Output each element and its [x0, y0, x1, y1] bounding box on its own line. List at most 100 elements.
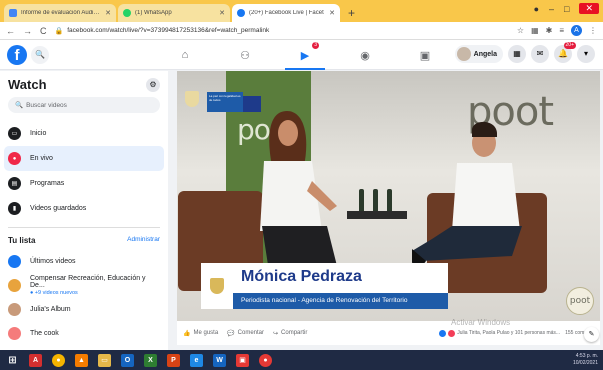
- list-item-julias-album[interactable]: Julia's Album: [8, 297, 160, 321]
- system-clock[interactable]: 4:53 p. m. 10/02/2021: [573, 353, 598, 367]
- account-menu-icon[interactable]: ▾: [577, 45, 595, 63]
- profile-avatar-icon[interactable]: A: [571, 25, 582, 36]
- word-icon[interactable]: W: [213, 353, 226, 367]
- share-label: Compartir: [281, 330, 308, 336]
- chrome-icon[interactable]: ●: [52, 353, 65, 367]
- like-button[interactable]: 👍 Me gusta: [183, 330, 218, 337]
- groups-icon[interactable]: ◉: [355, 45, 375, 65]
- facebook-logo-icon[interactable]: f: [7, 45, 27, 65]
- windows-start-icon[interactable]: ⊞: [6, 354, 19, 367]
- chrome-active-icon[interactable]: ●: [259, 353, 272, 367]
- list-item-compensar[interactable]: Compensar Recreación, Educación y De... …: [8, 273, 160, 297]
- avatar: [8, 326, 21, 340]
- share-icon: ↪: [273, 330, 279, 337]
- like-label: Me gusta: [193, 330, 219, 336]
- extensions: ☆ ▦ ✱ ≡ A ⋮: [517, 25, 597, 36]
- outlook-icon[interactable]: O: [121, 353, 134, 367]
- comment-button[interactable]: 💬 Comentar: [227, 330, 264, 337]
- window-close-icon[interactable]: ✕: [579, 3, 599, 14]
- app-icon[interactable]: ▣: [236, 353, 249, 367]
- corner-brand-logo: poot: [566, 287, 594, 315]
- acrobat-icon[interactable]: A: [29, 353, 42, 367]
- reactions-summary[interactable]: Julia Tirita, Paola Pulao y 101 personas…: [439, 329, 594, 337]
- reading-list-icon[interactable]: ≡: [559, 26, 564, 35]
- edit-icon[interactable]: ✎: [584, 327, 599, 342]
- comment-icon: 💬: [227, 330, 235, 337]
- header-right: Angela ▦ ✉ 🔔 20+ ▾: [454, 42, 595, 63]
- minimize-icon[interactable]: –: [549, 4, 554, 14]
- speaker-name: Mónica Pedraza: [233, 263, 448, 293]
- browser-tab-bar: Informe de evaluación Audienci ✕ (1) Wha…: [0, 0, 603, 22]
- sidebar-item-programas[interactable]: ▤ Programas: [4, 171, 164, 196]
- excel-icon[interactable]: X: [144, 353, 157, 367]
- new-tab-button[interactable]: +: [342, 4, 361, 22]
- comment-label: Comentar: [237, 330, 264, 336]
- watch-sidebar: Watch ⚙ 🔍 Buscar videos ▭ Inicio ● En vi…: [0, 71, 168, 350]
- sidebar-item-videos-guardados[interactable]: ▮ Videos guardados: [4, 196, 164, 221]
- list-item-ultimos[interactable]: Últimos videos: [8, 249, 160, 273]
- clock-date: 10/02/2021: [572, 360, 598, 366]
- sidebar-item-inicio[interactable]: ▭ Inicio: [4, 121, 164, 146]
- notifications-badge: 20+: [563, 42, 576, 49]
- manage-link[interactable]: Administrar: [127, 236, 160, 245]
- browser-tab-informe[interactable]: Informe de evaluación Audienci ✕: [4, 4, 116, 22]
- sidebar-title: Watch: [8, 77, 47, 92]
- puzzle-icon[interactable]: ✱: [546, 26, 553, 35]
- search-icon: 🔍: [15, 102, 24, 109]
- share-button[interactable]: ↪ Compartir: [273, 330, 307, 337]
- sidebar-item-label: Inicio: [30, 130, 47, 137]
- back-icon[interactable]: ←: [6, 26, 15, 36]
- star-icon[interactable]: ☆: [517, 26, 524, 35]
- sidebar-item-en-vivo[interactable]: ● En vivo: [4, 146, 164, 171]
- maximize-icon[interactable]: □: [564, 4, 569, 14]
- reload-icon[interactable]: C: [40, 26, 47, 36]
- folder-icon[interactable]: ▭: [98, 353, 111, 367]
- messenger-icon[interactable]: ✉: [531, 45, 549, 63]
- browser-tab-whatsapp[interactable]: (1) WhatsApp ✕: [118, 4, 230, 22]
- search-icon[interactable]: 🔍: [31, 46, 49, 64]
- play-icon: [8, 254, 21, 268]
- browser-tab-facebook[interactable]: (20+) Facebook Live | Facet ✕: [232, 4, 340, 22]
- profile-button[interactable]: Angela: [454, 45, 503, 63]
- list-section-header: Tu lista Administrar: [8, 236, 160, 245]
- list-title: Tu lista: [8, 236, 36, 245]
- edge-icon[interactable]: e: [190, 353, 203, 367]
- url-text: facebook.com/watch/live/?v=3739948172531…: [67, 27, 270, 34]
- reactions-text: Julia Tirita, Paola Pulao y 101 personas…: [457, 330, 561, 336]
- clock-time: 4:53 p. m.: [575, 353, 598, 359]
- colombia-shield-logo: [201, 263, 233, 309]
- vlc-icon[interactable]: ▲: [75, 353, 88, 367]
- live-icon: ●: [8, 152, 21, 165]
- menu-icon[interactable]: ⋮: [589, 26, 597, 35]
- facebook-icon: [237, 9, 245, 17]
- close-icon[interactable]: ✕: [105, 9, 111, 17]
- list-item-the-cook[interactable]: The cook: [8, 321, 160, 345]
- menu-grid-icon[interactable]: ▦: [508, 45, 526, 63]
- forward-icon[interactable]: →: [23, 26, 32, 36]
- bottle: [359, 189, 364, 211]
- lower-third: Mónica Pedraza Periodista nacional - Age…: [201, 263, 448, 309]
- notifications-icon[interactable]: 🔔 20+: [554, 42, 576, 63]
- extension-icon[interactable]: ▦: [531, 26, 539, 35]
- close-icon[interactable]: ✕: [329, 9, 335, 17]
- friends-icon[interactable]: ⚇: [235, 45, 255, 65]
- shows-icon: ▤: [8, 177, 21, 190]
- live-video-player[interactable]: poot poot La paz con legalidad es de tod…: [177, 71, 600, 321]
- facebook-header: f 🔍 ⌂ ⚇ ▶ 3 ◉ ▣ Angela ▦ ✉ 🔔 20+ ▾: [0, 40, 603, 70]
- love-reaction-icon: [448, 329, 456, 337]
- search-placeholder: Buscar videos: [26, 101, 67, 109]
- tab-label: (1) WhatsApp: [135, 10, 172, 16]
- url-field[interactable]: 🔒 facebook.com/watch/live/?v=37399481725…: [55, 24, 509, 38]
- video-action-bar: 👍 Me gusta 💬 Comentar ↪ Compartir Julia …: [177, 321, 600, 345]
- gear-icon[interactable]: ⚙: [146, 77, 160, 92]
- account-icon[interactable]: ●: [534, 4, 539, 14]
- watch-icon[interactable]: ▶ 3: [285, 42, 325, 70]
- list-item-label: Compensar Recreación, Educación y De...: [30, 274, 146, 289]
- home-icon[interactable]: ⌂: [175, 45, 195, 65]
- search-videos-input[interactable]: 🔍 Buscar videos: [8, 97, 160, 113]
- close-icon[interactable]: ✕: [219, 9, 225, 17]
- powerpoint-icon[interactable]: P: [167, 353, 180, 367]
- window-controls: ● – □ ✕: [534, 3, 599, 14]
- gaming-icon[interactable]: ▣: [415, 45, 435, 65]
- speaker-role: Periodista nacional - Agencia de Renovac…: [233, 293, 448, 309]
